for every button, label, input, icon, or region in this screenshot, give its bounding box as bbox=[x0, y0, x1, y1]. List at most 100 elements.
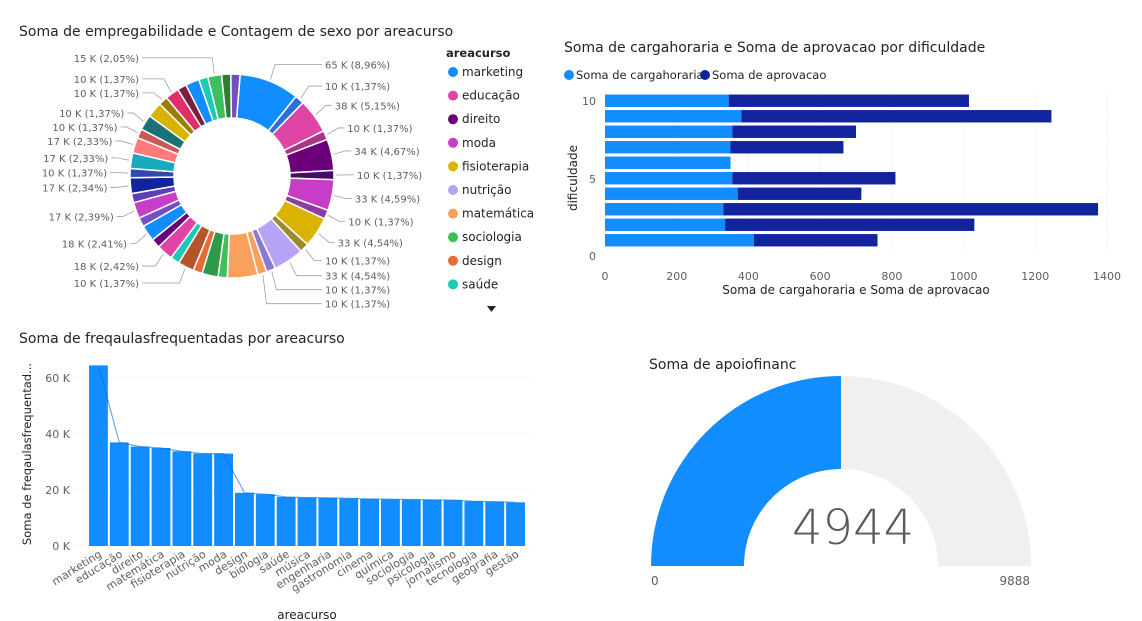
donut-legend-marker bbox=[448, 255, 458, 266]
area-bar bbox=[151, 448, 171, 546]
area-bar bbox=[172, 451, 192, 546]
hbar-bar-cargahoraria bbox=[605, 110, 742, 123]
donut-legend-marker bbox=[448, 208, 458, 219]
donut-data-label: 65 K (8,96%) bbox=[325, 61, 390, 72]
donut-leader-line bbox=[142, 92, 162, 100]
donut-leader-line bbox=[142, 78, 172, 93]
hbar-bar-aprovacao bbox=[730, 141, 844, 154]
area-bar bbox=[235, 492, 254, 546]
donut-leader-line bbox=[127, 112, 144, 122]
area-bar bbox=[443, 500, 463, 546]
area-y-tick: 60 K bbox=[45, 372, 70, 385]
area-bar bbox=[464, 501, 484, 546]
area-bar bbox=[401, 499, 421, 546]
hbar-y-tick: 0 bbox=[589, 250, 596, 263]
donut-leader-line bbox=[270, 64, 322, 80]
area-chart-svg: 60 K40 K20 K0 Kmarketingeducaçãodireitom… bbox=[20, 363, 530, 621]
donut-legend-marker bbox=[448, 67, 458, 77]
donut-leader-line bbox=[142, 57, 215, 74]
donut-legend-marker bbox=[448, 232, 458, 243]
hbar-chart-svg: Soma de cargahoraria Soma de aprovacao 0 20… bbox=[564, 68, 1121, 297]
donut-data-label: 17 K (2,33%) bbox=[43, 154, 108, 165]
donut-leader-line bbox=[318, 233, 335, 243]
gauge-min-label: 0 bbox=[651, 574, 659, 588]
donut-data-label: 17 K (2,33%) bbox=[47, 137, 112, 148]
hbar-x-tick: 1200 bbox=[1021, 270, 1049, 283]
area-y-tick: 0 K bbox=[52, 540, 70, 553]
area-chart-visual[interactable]: Soma de freqaulasfrequentadas por areacu… bbox=[0, 320, 560, 621]
area-bar bbox=[339, 498, 359, 546]
donut-data-label: 17 K (2,34%) bbox=[42, 183, 107, 194]
hbar-bar-cargahoraria bbox=[605, 187, 738, 200]
donut-legend-label: fisioterapia bbox=[462, 159, 529, 173]
donut-data-label: 10 K (1,37%) bbox=[325, 82, 390, 93]
area-bar bbox=[276, 497, 296, 546]
hbar-chart-visual[interactable]: Soma de cargahoraria e Soma de aprovacao… bbox=[560, 0, 1142, 320]
area-x-axis-title: areacurso bbox=[277, 608, 337, 621]
area-bar bbox=[130, 446, 150, 546]
area-y-tick: 20 K bbox=[45, 484, 70, 497]
donut-chart-svg: 65 K (8,96%) 10 K (1,37%) 38 K (5,15%) 10 K… bbox=[42, 46, 534, 312]
hbar-bar-cargahoraria bbox=[605, 172, 733, 185]
donut-legend-label: educação bbox=[462, 89, 520, 103]
donut-legend-title: areacurso bbox=[446, 46, 511, 60]
donut-data-label: 10 K (1,37%) bbox=[74, 89, 139, 100]
donut-data-label: 15 K (2,05%) bbox=[74, 54, 139, 65]
hbar-x-axis-title: Soma de cargahoraria e Soma de aprovacao bbox=[722, 283, 990, 297]
area-y-axis-title: Soma de freqaulasfrequentad... bbox=[20, 363, 34, 545]
area-bar bbox=[381, 499, 400, 546]
hbar-bar-cargahoraria bbox=[605, 203, 724, 216]
donut-chart-visual[interactable]: Soma de empregabilidade e Contagem de se… bbox=[0, 0, 560, 320]
donut-leader-line bbox=[142, 268, 186, 284]
hbar-legend-label: Soma de cargahoraria bbox=[576, 68, 704, 82]
donut-data-label: 33 K (4,59%) bbox=[355, 195, 420, 206]
gauge-svg: 0 9888 bbox=[651, 376, 1031, 588]
donut-legend-label: marketing bbox=[462, 65, 523, 79]
donut-legend-label: moda bbox=[462, 136, 496, 150]
gauge-visual[interactable]: Soma de apoiofinanc 0 9888 4944 bbox=[560, 320, 1142, 621]
donut-leader-line bbox=[328, 215, 346, 222]
donut-data-label: 18 K (2,42%) bbox=[74, 262, 139, 273]
donut-leader-line bbox=[130, 234, 147, 244]
donut-leader-line bbox=[289, 262, 322, 277]
hbar-x-tick: 0 bbox=[602, 270, 609, 283]
donut-data-label: 10 K (1,37%) bbox=[357, 171, 422, 182]
donut-leader-line bbox=[333, 150, 352, 155]
area-bar bbox=[255, 494, 275, 546]
hbar-y-axis-title: dificuldade bbox=[566, 145, 580, 211]
area-bar bbox=[485, 501, 505, 546]
gauge-value: 4944 bbox=[792, 500, 915, 556]
hbar-bar-aprovacao bbox=[737, 187, 862, 200]
hbar-bar-cargahoraria bbox=[605, 156, 731, 169]
donut-data-label: 10 K (1,37%) bbox=[325, 286, 390, 297]
donut-leader-line bbox=[271, 271, 322, 291]
donut-leader-line bbox=[315, 104, 332, 116]
hbar-bar-aprovacao bbox=[723, 203, 1099, 216]
area-bar bbox=[506, 502, 525, 546]
hbar-legend-label: Soma de aprovacao bbox=[712, 68, 826, 82]
hbar-legend-marker bbox=[564, 70, 574, 80]
donut-legend-label: saúde bbox=[462, 277, 498, 291]
donut-data-label: 10 K (1,37%) bbox=[52, 123, 117, 134]
area-bar bbox=[318, 497, 338, 546]
area-bar bbox=[422, 499, 442, 546]
area-y-tick: 40 K bbox=[45, 428, 70, 441]
hbar-bar-aprovacao bbox=[753, 234, 878, 247]
area-bar bbox=[193, 453, 213, 546]
area-bar bbox=[89, 365, 108, 546]
hbar-y-tick: 10 bbox=[582, 95, 596, 108]
hbar-bar-aprovacao bbox=[725, 218, 975, 231]
donut-legend-marker bbox=[448, 161, 458, 172]
gauge-max-label: 9888 bbox=[999, 574, 1030, 588]
donut-leader-line bbox=[305, 249, 322, 262]
hbar-bar-cargahoraria bbox=[605, 125, 733, 138]
donut-data-label: 10 K (1,37%) bbox=[348, 217, 413, 228]
hbar-x-tick: 800 bbox=[881, 270, 902, 283]
donut-leader-line bbox=[111, 157, 130, 161]
donut-legend-label: direito bbox=[462, 112, 500, 126]
hbar-bar-aprovacao bbox=[732, 125, 856, 138]
donut-leader-line bbox=[110, 185, 129, 188]
donut-data-label: 10 K (1,37%) bbox=[347, 124, 412, 135]
hbar-bar-cargahoraria bbox=[605, 218, 726, 231]
donut-data-label: 10 K (1,37%) bbox=[59, 109, 124, 120]
